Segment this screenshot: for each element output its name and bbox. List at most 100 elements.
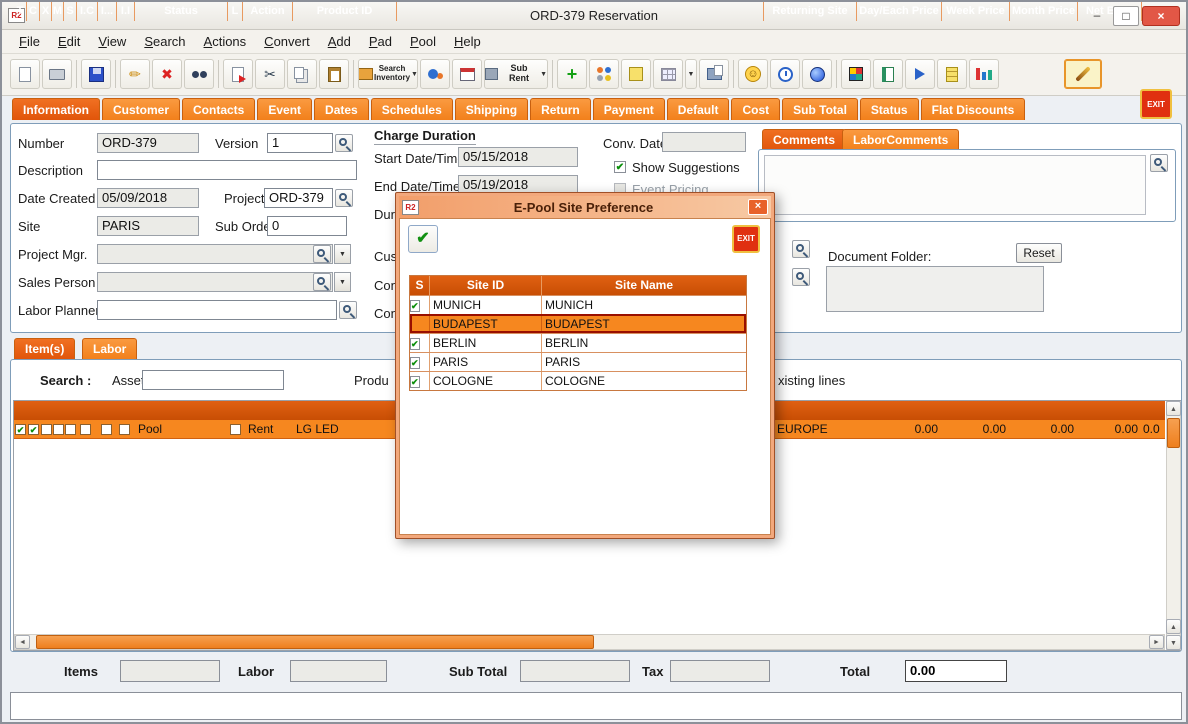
site-row-cologne[interactable]: ✔ COLOGNE COLOGNE: [410, 371, 746, 390]
col-header-week-price[interactable]: Week Price: [942, 2, 1010, 21]
project-mgr-field[interactable]: [97, 244, 333, 264]
menu-search[interactable]: Search: [135, 34, 194, 49]
close-button[interactable]: ×: [1142, 6, 1180, 26]
pool-options-button[interactable]: [589, 59, 619, 89]
asset-input[interactable]: [142, 370, 284, 390]
col-header-product-id[interactable]: Product ID: [293, 2, 397, 21]
tab-sub-total[interactable]: Sub Total: [782, 98, 858, 120]
comments-search-button[interactable]: [1150, 154, 1168, 172]
find-button[interactable]: [184, 59, 214, 89]
site-id-cell[interactable]: MUNICH: [430, 296, 542, 314]
start-date-field[interactable]: 05/15/2018: [458, 147, 578, 167]
menu-pool[interactable]: Pool: [401, 34, 445, 49]
col-header-t[interactable]: T: [14, 2, 27, 21]
tab-labor-comments[interactable]: LaborComments: [842, 129, 959, 150]
menu-file[interactable]: File: [10, 34, 49, 49]
tab-schedules[interactable]: Schedules: [371, 98, 453, 120]
project-field[interactable]: ORD-379: [264, 188, 333, 208]
new-document-button[interactable]: [10, 59, 40, 89]
edit-button[interactable]: ✏: [120, 59, 150, 89]
tab-comments[interactable]: Comments: [762, 129, 846, 150]
col-header-site-name[interactable]: Site Name: [542, 276, 746, 295]
col-header-status[interactable]: Status: [135, 2, 228, 21]
folder-search-button[interactable]: [792, 268, 810, 286]
site-name-cell[interactable]: COLOGNE: [542, 372, 746, 390]
project-mgr-dropdown-button[interactable]: ▼: [334, 244, 351, 264]
cube-button[interactable]: [841, 59, 871, 89]
document-search-button[interactable]: [792, 240, 810, 258]
row-c-checkbox[interactable]: ✔: [28, 424, 39, 435]
minimize-button[interactable]: –: [1084, 6, 1110, 26]
menu-help[interactable]: Help: [445, 34, 490, 49]
menu-actions[interactable]: Actions: [195, 34, 256, 49]
tab-items[interactable]: Item(s): [14, 338, 75, 359]
version-search-button[interactable]: [335, 134, 353, 152]
scroll-down-button[interactable]: ▼: [1166, 635, 1181, 650]
site-id-cell[interactable]: BERLIN: [430, 334, 542, 352]
col-header-ic[interactable]: I.C: [77, 2, 98, 21]
tab-flat-discounts[interactable]: Flat Discounts: [921, 98, 1026, 120]
row-returning-site-cell[interactable]: EUROPE: [777, 420, 855, 439]
paste-button[interactable]: [319, 59, 349, 89]
col-header-c[interactable]: C: [27, 2, 40, 21]
scroll-up-button-2[interactable]: ▲: [1166, 619, 1181, 634]
tab-shipping[interactable]: Shipping: [455, 98, 528, 120]
row-action-cell[interactable]: Rent: [248, 420, 293, 439]
site-name-cell[interactable]: BUDAPEST: [542, 315, 746, 333]
col-header-ip[interactable]: I...: [98, 2, 117, 21]
site-row-munich[interactable]: ✔ MUNICH MUNICH: [410, 295, 746, 314]
col-header-returning-site[interactable]: Returning Site: [764, 2, 857, 21]
col-header-month-price[interactable]: Month Price: [1010, 2, 1078, 21]
chart-button[interactable]: [969, 59, 999, 89]
export-button[interactable]: [905, 59, 935, 89]
sales-person-dropdown-button[interactable]: ▼: [334, 272, 351, 292]
disc-button[interactable]: [802, 59, 832, 89]
col-header-action[interactable]: Action: [243, 2, 293, 21]
site-id-cell[interactable]: PARIS: [430, 353, 542, 371]
notepad-button[interactable]: [873, 59, 903, 89]
sub-rent-button[interactable]: Sub Rent ▼: [484, 59, 548, 89]
col-header-m[interactable]: M: [52, 2, 64, 21]
project-search-button[interactable]: [335, 189, 353, 207]
site-field[interactable]: PARIS: [97, 216, 199, 236]
scroll-up-button[interactable]: ▲: [1166, 401, 1181, 416]
dialog-confirm-button[interactable]: ✔: [408, 225, 438, 253]
row-month-price-cell[interactable]: 0.00: [1010, 420, 1078, 439]
site-checkbox[interactable]: ✔: [410, 357, 420, 369]
project-mgr-search-button[interactable]: [313, 245, 331, 263]
tab-default[interactable]: Default: [667, 98, 730, 120]
cut-button[interactable]: ✂: [255, 59, 285, 89]
tab-contacts[interactable]: Contacts: [182, 98, 255, 120]
site-checkbox[interactable]: [410, 319, 412, 331]
site-name-cell[interactable]: BERLIN: [542, 334, 746, 352]
tab-customer[interactable]: Customer: [102, 98, 180, 120]
site-checkbox[interactable]: ✔: [410, 300, 420, 312]
col-header-day-each-price[interactable]: Day/Each Price: [857, 2, 942, 21]
reset-button[interactable]: Reset: [1016, 243, 1062, 263]
dialog-title-bar[interactable]: R2 E-Pool Site Preference ×: [399, 196, 771, 218]
report-button[interactable]: [699, 59, 729, 89]
row-total-cell[interactable]: 0.0: [1143, 420, 1165, 439]
delete-button[interactable]: ✖: [152, 59, 182, 89]
dialog-exit-button[interactable]: EXIT: [732, 225, 760, 253]
site-row-berlin[interactable]: ✔ BERLIN BERLIN: [410, 333, 746, 352]
number-field[interactable]: ORD-379: [97, 133, 199, 153]
row-ic-checkbox[interactable]: [80, 424, 91, 435]
row-s-checkbox[interactable]: [65, 424, 76, 435]
site-checkbox[interactable]: ✔: [410, 338, 420, 350]
col-header-x[interactable]: X: [40, 2, 52, 21]
site-name-cell[interactable]: PARIS: [542, 353, 746, 371]
grid-dropdown-button[interactable]: ▼: [685, 59, 697, 89]
horizontal-scroll-thumb[interactable]: [36, 635, 594, 649]
row-t-checkbox[interactable]: ✔: [15, 424, 26, 435]
edit-note-button[interactable]: [621, 59, 651, 89]
site-row-paris[interactable]: ✔ PARIS PARIS: [410, 352, 746, 371]
grid-button[interactable]: [653, 59, 683, 89]
schedule-button[interactable]: [452, 59, 482, 89]
time-button[interactable]: [770, 59, 800, 89]
version-field[interactable]: 1: [267, 133, 333, 153]
tab-information[interactable]: Information: [12, 98, 100, 120]
vertical-scroll-thumb[interactable]: [1167, 418, 1180, 448]
row-m-checkbox[interactable]: [53, 424, 64, 435]
row-ip-checkbox[interactable]: [101, 424, 112, 435]
